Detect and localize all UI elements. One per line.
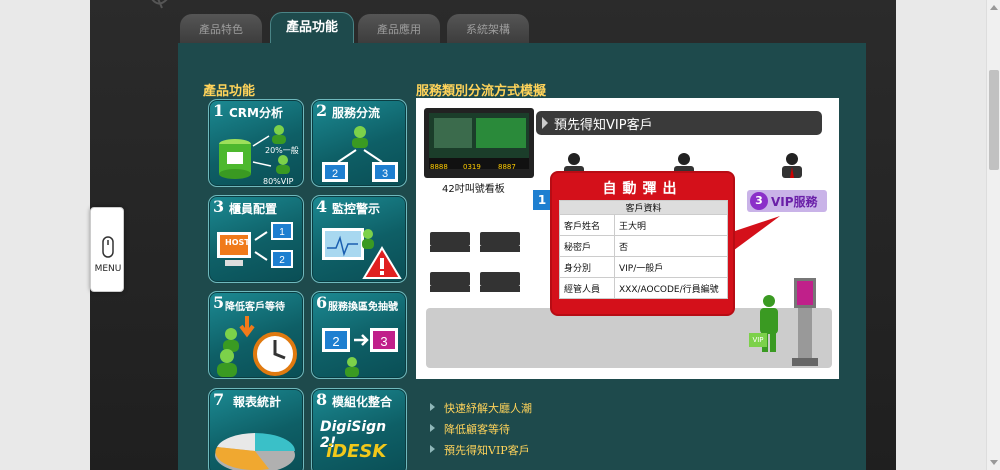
tile-service-routing[interactable]: 2 服務分流 2 3 [311, 99, 407, 187]
play-icon [542, 117, 548, 129]
board-number: 8887 [498, 163, 516, 171]
tile-note: 80%VIP [263, 177, 294, 186]
tile-label: 櫃員配置 [229, 202, 278, 216]
tile-label: 模組化整合 [332, 395, 393, 409]
host-allocation-icon: 1 2 [217, 222, 293, 268]
tile-modular-integration[interactable]: 8 模組化整合 DigiSign 2! iDESK [311, 388, 407, 470]
kiosk-icon [792, 278, 818, 366]
tile-label: 監控警示 [332, 202, 381, 216]
bullet-link[interactable]: 降低顧客等待 [430, 421, 532, 442]
table-row: 客戶姓名 王大明 [559, 214, 728, 236]
table-row: 經管人員 XXX/AOCODE/行員編號 [559, 277, 728, 299]
tile-label: CRM分析 [229, 106, 283, 120]
tile-number: 3 [213, 197, 225, 216]
field-label: 身分別 [559, 256, 615, 278]
vip-tag: VIP [749, 333, 767, 347]
pie-chart-icon [215, 433, 295, 470]
tile-number: 6 [316, 293, 328, 312]
tile-label: 降低客戶等待 [225, 302, 285, 313]
counter-marker: 1 [533, 190, 551, 210]
tab-product-functions[interactable]: 產品功能 [270, 12, 354, 44]
tile-note: 20%一般 [265, 146, 299, 155]
bullet-link[interactable]: 預先得知VIP客戶 [430, 442, 532, 463]
tab-product-features[interactable]: 產品特色 [180, 14, 262, 44]
field-label: 秘密戶 [559, 235, 615, 257]
field-value: VIP/一般戶 [614, 256, 728, 278]
menu-button[interactable]: MENU [90, 207, 124, 292]
field-label: 經管人員 [559, 277, 615, 299]
tile-note: HOST [225, 238, 250, 247]
tile-number: 5 [213, 293, 225, 312]
scroll-thumb[interactable] [989, 70, 999, 170]
tile-label: 服務換區免抽號 [328, 302, 398, 313]
banner-text: 預先得知VIP客戶 [554, 118, 653, 133]
tile-zone-change[interactable]: 6 服務換區免抽號 2 3 [311, 291, 407, 379]
scroll-down-icon[interactable] [990, 460, 998, 465]
bullet-link[interactable]: 快速紓解大廳人潮 [430, 400, 532, 421]
svg-text:2: 2 [332, 334, 339, 349]
section-title: 產品功能 [203, 84, 256, 99]
tile-number: 8 [316, 390, 328, 409]
tile-label: 報表統計 [233, 395, 282, 409]
svg-text:2: 2 [279, 255, 285, 266]
zone-change-icon: 2 3 [322, 328, 398, 377]
tile-crm-analysis[interactable]: 1 CRM分析 20%一般 80%VIP [208, 99, 304, 187]
field-label: 客戶姓名 [559, 214, 615, 236]
badge-number: 3 [750, 192, 768, 210]
table-row: 身分別 VIP/一般戶 [559, 256, 728, 278]
demo-title: 服務類別分流方式模擬 [416, 84, 547, 99]
service-routing-demo: 8888 0319 8887 42吋叫號看板 預先得知VIP客戶 1 3 VIP… [416, 98, 839, 379]
menu-label: MENU [94, 264, 122, 274]
tile-reports[interactable]: 7 報表統計 [208, 388, 304, 470]
svg-text:2: 2 [332, 168, 338, 180]
popup-title: 自動彈出 [602, 181, 683, 197]
mouse-icon [102, 236, 114, 258]
vertical-scrollbar[interactable] [986, 0, 1000, 470]
monitor-warning-icon [322, 228, 402, 279]
vip-teller-icon [782, 153, 802, 178]
tile-number: 1 [213, 101, 225, 120]
field-value: 王大明 [614, 214, 728, 236]
customer-info-table: 客戶資料 客戶姓名 王大明 秘密戶否 身分別 VIP/一般戶 經管人員 XXX/AOC… [559, 200, 728, 299]
board-number: 0319 [463, 163, 481, 171]
auto-popup: 自動彈出 客戶資料 客戶姓名 王大明 秘密戶否 身分別 VIP/一般戶 經管人員 XX… [550, 171, 735, 316]
clock-user-icon [217, 316, 297, 377]
scroll-up-icon[interactable] [990, 5, 998, 10]
svg-text:3: 3 [382, 168, 388, 180]
svg-text:3: 3 [380, 334, 387, 349]
feature-bullet-list: 快速紓解大廳人潮 降低顧客等待 預先得知VIP客戶 [430, 400, 532, 463]
logo-mark-icon [151, 0, 168, 9]
badge-text: VIP服務 [771, 195, 818, 209]
tile-reduce-waiting[interactable]: 5 降低客戶等待 [208, 291, 304, 379]
vip-banner: 預先得知VIP客戶 [536, 111, 822, 135]
tile-monitoring-alerts[interactable]: 4 監控警示 [311, 195, 407, 283]
table-row: 秘密戶否 [559, 235, 728, 257]
svg-text:1: 1 [279, 227, 285, 238]
popup-pointer [726, 216, 780, 256]
tab-system-architecture[interactable]: 系統架構 [447, 14, 529, 44]
vip-service-badge: 3 VIP服務 [747, 190, 827, 212]
board-label: 42吋叫號看板 [442, 184, 505, 195]
tile-number: 7 [213, 390, 225, 409]
tab-product-applications[interactable]: 產品應用 [358, 14, 440, 44]
table-header: 客戶資料 [559, 200, 728, 215]
tile-label: 服務分流 [332, 106, 381, 120]
tile-number: 4 [316, 197, 328, 216]
field-value: 否 [614, 235, 728, 257]
idesk-logo: iDESK [326, 441, 387, 462]
field-value: XXX/AOCODE/行員編號 [614, 277, 728, 299]
routing-screens-icon: 2 3 [322, 126, 398, 182]
tile-teller-allocation[interactable]: 3 櫃員配置 1 2 HOST [208, 195, 304, 283]
tile-number: 2 [316, 101, 328, 120]
waiting-seats-icon [430, 232, 520, 292]
board-number: 8888 [430, 163, 448, 171]
